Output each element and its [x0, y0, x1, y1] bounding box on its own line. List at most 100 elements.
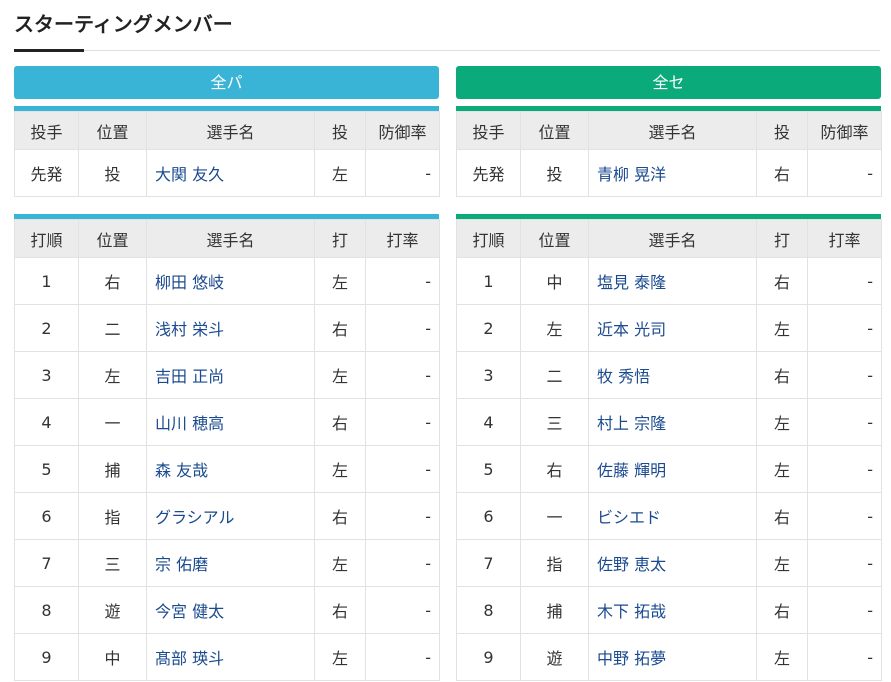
- header-cell: 打: [756, 219, 808, 258]
- player-bats: 左: [756, 304, 808, 352]
- lineup-row: 1 中塩見 泰隆右 -: [456, 257, 882, 305]
- pitcher-table-wrapper: 投手 位置 選手名 投 防御率 先発 投 大関 友久 左 -: [14, 106, 440, 197]
- header-cell: 打順: [456, 219, 521, 258]
- player-position: 左: [520, 304, 589, 352]
- player-avg: -: [365, 586, 440, 634]
- player-bats: 右: [756, 257, 808, 305]
- lineup-row: 3 左吉田 正尚左 -: [14, 351, 440, 399]
- pitcher-throws: 右: [756, 149, 808, 197]
- batting-order: 3: [456, 351, 521, 399]
- player-avg: -: [807, 492, 882, 540]
- player-avg: -: [807, 445, 882, 493]
- player-avg: -: [365, 633, 440, 681]
- team-panel-pacific: 全パ 投手 位置 選手名 投 防御率 先発 投 大関 友久 左 - 打順 位置 …: [14, 66, 440, 681]
- player-avg: -: [807, 257, 882, 305]
- batting-order: 1: [456, 257, 521, 305]
- player-name-link[interactable]: 木下 拓哉: [588, 586, 757, 634]
- pitcher-throws: 左: [314, 149, 366, 197]
- lineup-row: 6 一ビシエド右 -: [456, 492, 882, 540]
- lineup-row: 7 指佐野 恵太左 -: [456, 539, 882, 587]
- player-name-link[interactable]: 髙部 瑛斗: [146, 633, 315, 681]
- player-avg: -: [365, 351, 440, 399]
- player-avg: -: [365, 492, 440, 540]
- header-cell: 選手名: [146, 111, 315, 150]
- player-bats: 右: [314, 398, 366, 446]
- team-header[interactable]: 全パ: [14, 66, 439, 99]
- pitcher-name-link[interactable]: 大関 友久: [146, 149, 315, 197]
- player-position: 二: [78, 304, 147, 352]
- batting-order: 3: [14, 351, 79, 399]
- lineup-header-row: 打順 位置 選手名 打 打率: [456, 219, 882, 258]
- lineup-table-wrapper: 打順 位置 選手名 打 打率 1 右柳田 悠岐左 - 2 二浅村 栄斗右 - 3 左吉田 …: [14, 214, 440, 681]
- batting-order: 9: [456, 633, 521, 681]
- player-position: 右: [520, 445, 589, 493]
- player-bats: 左: [314, 539, 366, 587]
- pitcher-row: 先発 投 青柳 晃洋 右 -: [456, 149, 882, 197]
- player-name-link[interactable]: 森 友哉: [146, 445, 315, 493]
- player-name-link[interactable]: グラシアル: [146, 492, 315, 540]
- pitcher-name-link[interactable]: 青柳 晃洋: [588, 149, 757, 197]
- pitcher-position: 投: [520, 149, 589, 197]
- lineup-row: 7三宗 佑磨左 -: [14, 539, 440, 587]
- player-name-link[interactable]: 塩見 泰隆: [588, 257, 757, 305]
- team-panel-central: 全セ 投手 位置 選手名 投 防御率 先発 投 青柳 晃洋 右 - 打順 位置 …: [456, 66, 882, 681]
- page-title: スターティングメンバー: [14, 12, 233, 36]
- player-avg: -: [807, 304, 882, 352]
- batting-order: 7: [14, 539, 79, 587]
- player-name-link[interactable]: 浅村 栄斗: [146, 304, 315, 352]
- lineup-table: 打順 位置 選手名 打 打率 1 中塩見 泰隆右 - 2 左近本 光司左 - 3二牧 秀…: [456, 219, 882, 681]
- team-header[interactable]: 全セ: [456, 66, 881, 99]
- player-avg: -: [365, 257, 440, 305]
- lineup-row: 8 遊今宮 健太右 -: [14, 586, 440, 634]
- batting-order: 6: [456, 492, 521, 540]
- player-bats: 右: [756, 492, 808, 540]
- player-bats: 左: [756, 633, 808, 681]
- batting-order: 6: [14, 492, 79, 540]
- title-accent-bar: [14, 49, 84, 52]
- pitcher-header-row: 投手 位置 選手名 投 防御率: [14, 111, 440, 150]
- header-cell: 投: [314, 111, 366, 150]
- player-name-link[interactable]: ビシエド: [588, 492, 757, 540]
- player-bats: 右: [314, 304, 366, 352]
- pitcher-position: 投: [78, 149, 147, 197]
- header-cell: 位置: [520, 219, 589, 258]
- lineup-row: 5捕森 友哉左 -: [14, 445, 440, 493]
- lineup-row: 4 一山川 穂高右 -: [14, 398, 440, 446]
- player-position: 一: [520, 492, 589, 540]
- lineup-row: 6 指グラシアル右 -: [14, 492, 440, 540]
- lineup-row: 9 遊中野 拓夢左 -: [456, 633, 882, 681]
- player-name-link[interactable]: 中野 拓夢: [588, 633, 757, 681]
- player-position: 一: [78, 398, 147, 446]
- player-avg: -: [807, 586, 882, 634]
- player-name-link[interactable]: 柳田 悠岐: [146, 257, 315, 305]
- player-name-link[interactable]: 牧 秀悟: [588, 351, 757, 399]
- batting-order: 2: [456, 304, 521, 352]
- player-name-link[interactable]: 近本 光司: [588, 304, 757, 352]
- player-position: 指: [78, 492, 147, 540]
- player-avg: -: [365, 304, 440, 352]
- player-position: 左: [78, 351, 147, 399]
- batting-order: 4: [14, 398, 79, 446]
- player-name-link[interactable]: 吉田 正尚: [146, 351, 315, 399]
- lineup-row: 8 捕木下 拓哉右 -: [456, 586, 882, 634]
- header-cell: 打: [314, 219, 366, 258]
- player-name-link[interactable]: 佐野 恵太: [588, 539, 757, 587]
- lineup-row: 9 中髙部 瑛斗左 -: [14, 633, 440, 681]
- batting-order: 5: [14, 445, 79, 493]
- header-cell: 打率: [365, 219, 440, 258]
- pitcher-row: 先発 投 大関 友久 左 -: [14, 149, 440, 197]
- player-position: 遊: [78, 586, 147, 634]
- player-name-link[interactable]: 山川 穂高: [146, 398, 315, 446]
- player-name-link[interactable]: 宗 佑磨: [146, 539, 315, 587]
- player-name-link[interactable]: 今宮 健太: [146, 586, 315, 634]
- player-name-link[interactable]: 佐藤 輝明: [588, 445, 757, 493]
- lineup-row: 4 三村上 宗隆左 -: [456, 398, 882, 446]
- header-cell: 選手名: [146, 219, 315, 258]
- pitcher-role: 先発: [456, 149, 521, 197]
- player-name-link[interactable]: 村上 宗隆: [588, 398, 757, 446]
- player-avg: -: [807, 633, 882, 681]
- pitcher-era: -: [807, 149, 882, 197]
- player-position: 二: [520, 351, 589, 399]
- player-position: 遊: [520, 633, 589, 681]
- batting-order: 4: [456, 398, 521, 446]
